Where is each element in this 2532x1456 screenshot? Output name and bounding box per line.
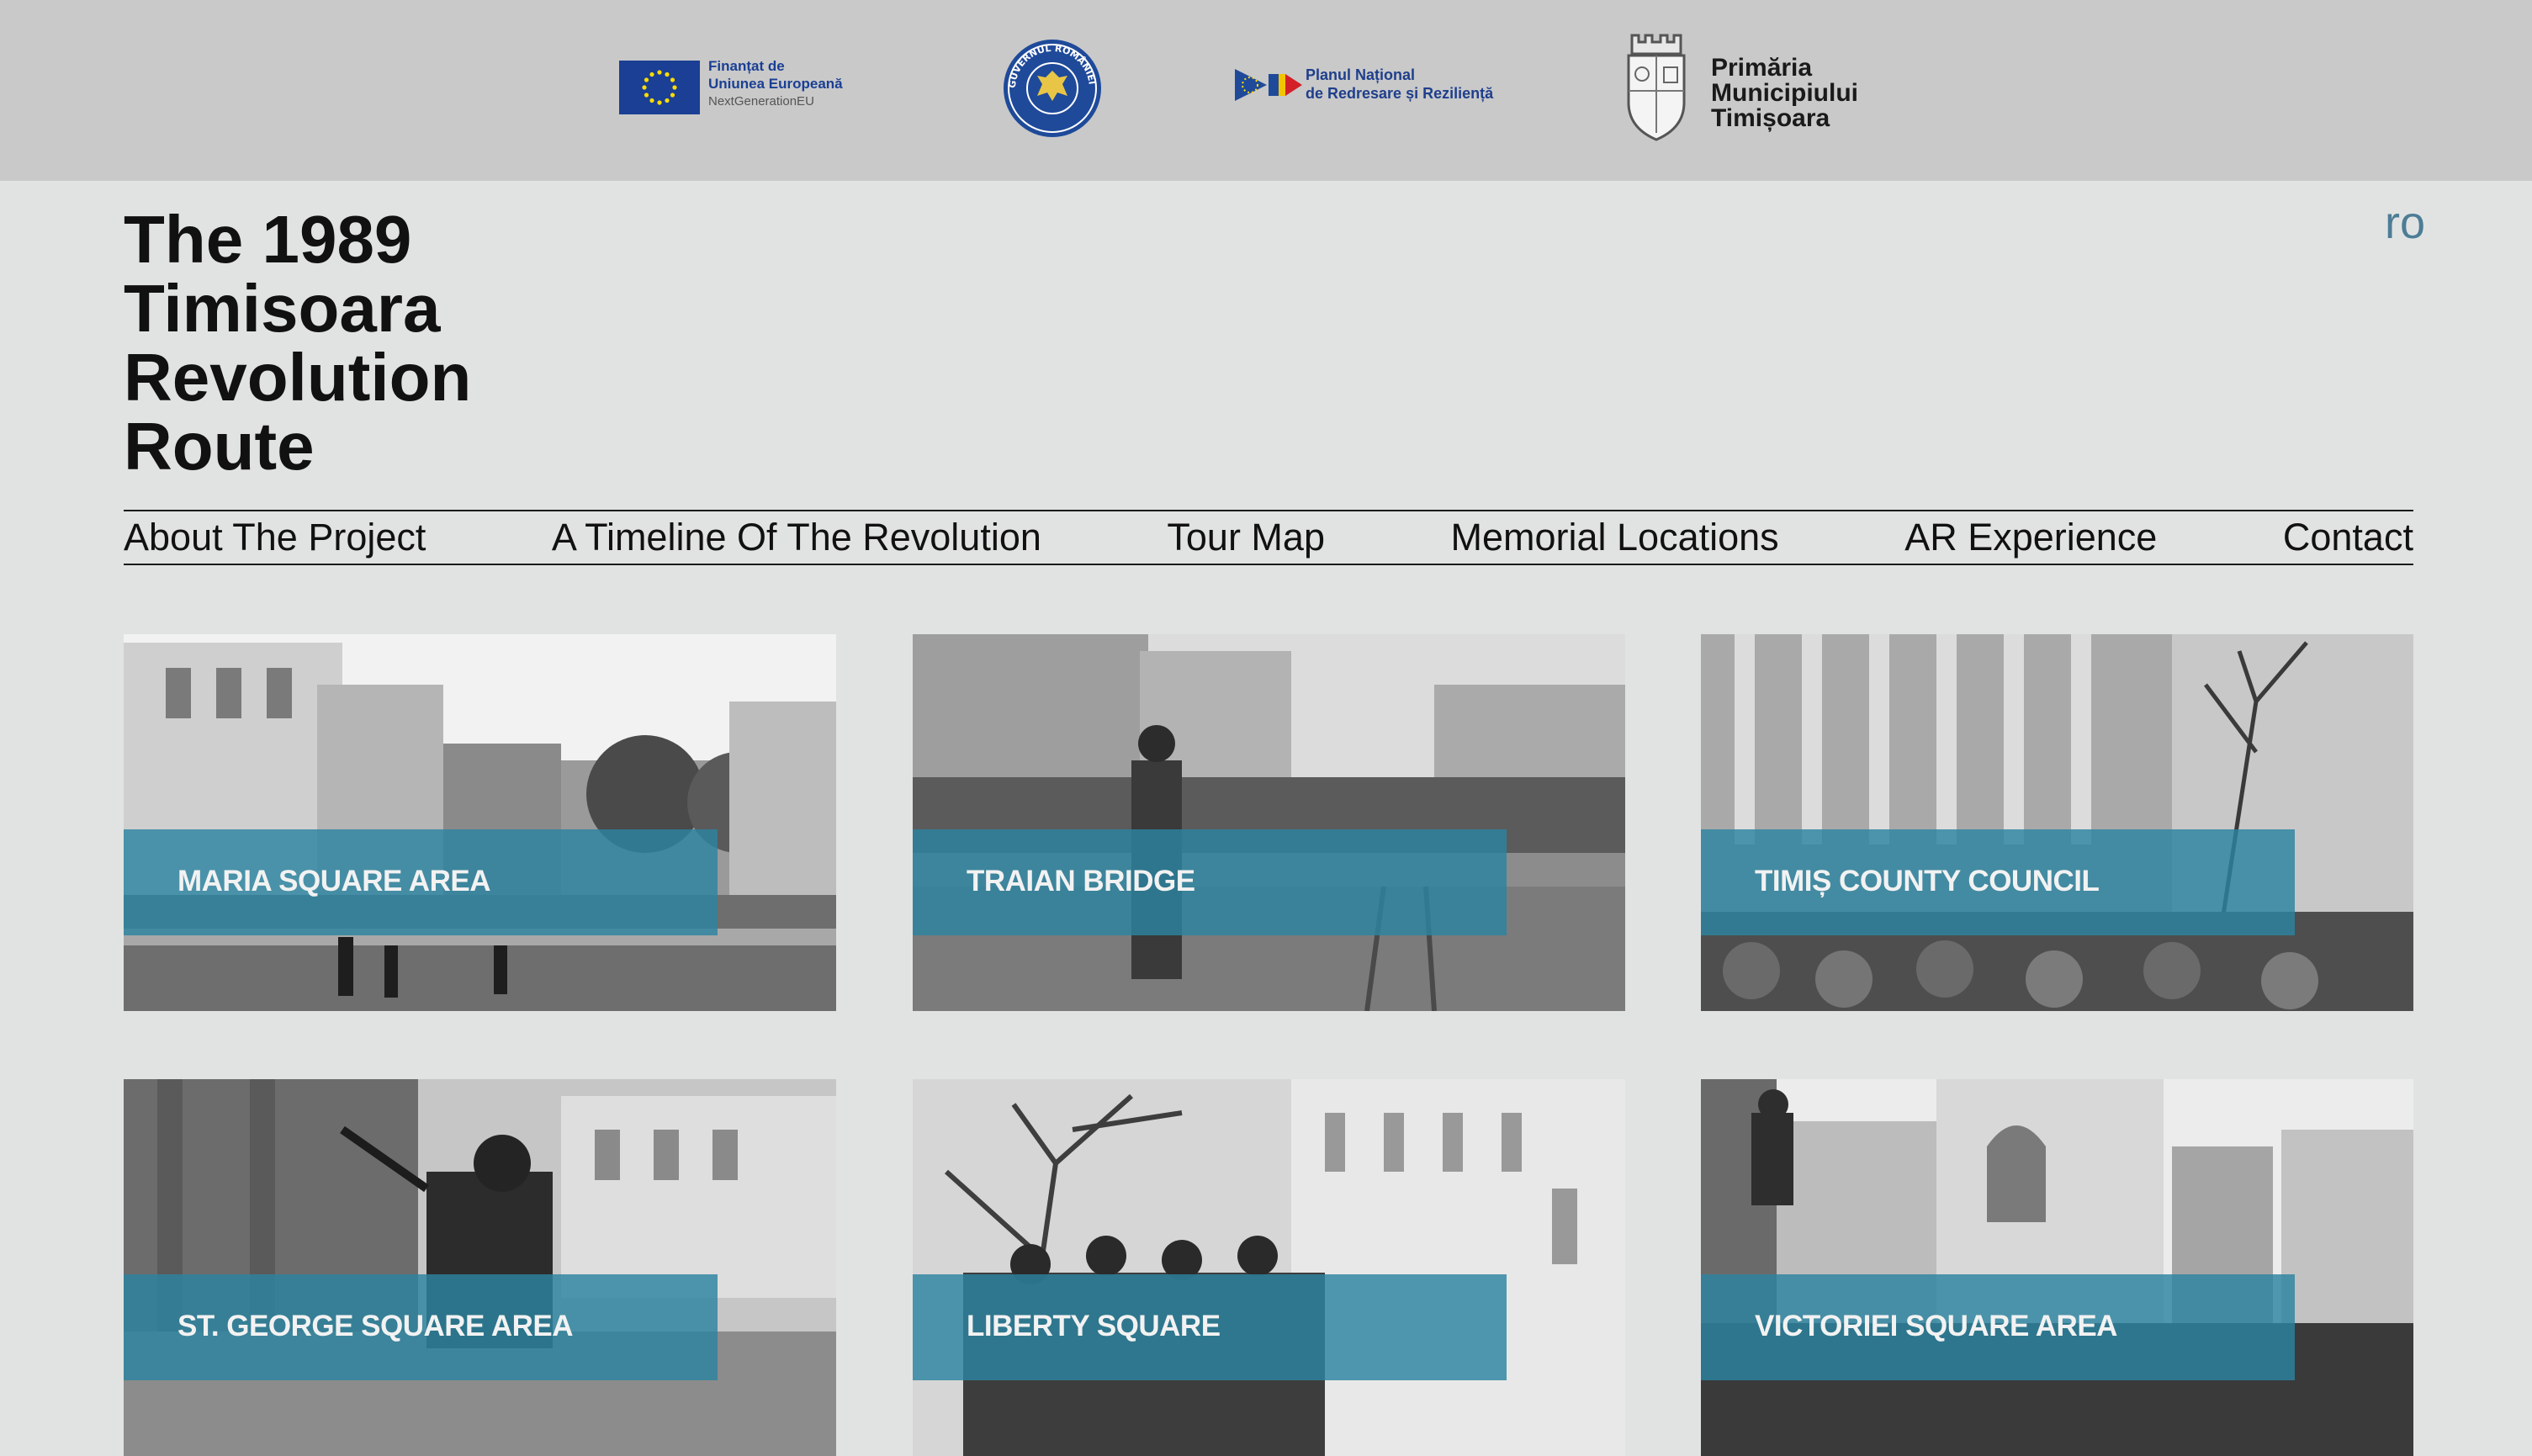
location-card-title: MARIA SQUARE AREA — [177, 865, 490, 897]
location-card-st-george-square[interactable]: ST. GEORGE SQUARE AREA — [124, 1079, 836, 1456]
timisoara-city-hall-logo: Primăria Municipiului Timișoara — [1622, 30, 1874, 145]
pnrr-logo: Planul Național de Redresare și Rezilien… — [1235, 66, 1504, 108]
st-george-square-photo — [124, 1079, 836, 1456]
victoriei-square-photo — [1701, 1079, 2413, 1456]
location-card-title: TIMIȘ COUNTY COUNCIL — [1755, 865, 2100, 897]
nav-contact[interactable]: Contact — [2283, 516, 2413, 559]
location-card-timis-county-council[interactable]: TIMIȘ COUNTY COUNCIL — [1701, 634, 2413, 1011]
location-card-label-bar: LIBERTY SQUARE — [913, 1274, 1507, 1380]
nav-tour-map[interactable]: Tour Map — [1167, 516, 1325, 559]
eu-funding-logo: Finanțat de Uniunea Europeană NextGenera… — [619, 57, 871, 118]
nav-about-the-project[interactable]: About The Project — [124, 516, 426, 559]
location-card-label-bar: ST. GEORGE SQUARE AREA — [124, 1274, 718, 1380]
funding-banner: Finanțat de Uniunea Europeană NextGenera… — [0, 0, 2532, 181]
nav-timeline[interactable]: A Timeline Of The Revolution — [552, 516, 1041, 559]
location-card-title: ST. GEORGE SQUARE AREA — [177, 1310, 574, 1342]
pnrr-arrow-icon — [1235, 69, 1302, 101]
location-card-victoriei-square[interactable]: VICTORIEI SQUARE AREA — [1701, 1079, 2413, 1456]
city-coat-of-arms-icon — [1627, 34, 1686, 141]
location-card-label-bar: TIMIȘ COUNTY COUNCIL — [1701, 829, 2295, 935]
language-switch-link[interactable]: ro — [2385, 197, 2425, 249]
city-hall-logo-line: Municipiului — [1711, 79, 1858, 107]
location-card-title: LIBERTY SQUARE — [967, 1310, 1221, 1342]
maria-square-photo — [124, 634, 836, 1011]
liberty-square-photo — [913, 1079, 1625, 1456]
location-card-label-bar: TRAIAN BRIDGE — [913, 829, 1507, 935]
eu-flag-icon — [619, 61, 700, 114]
romanian-government-seal: GUVERNUL ROMÂNIEI — [1001, 37, 1104, 140]
location-card-title: TRAIAN BRIDGE — [967, 865, 1195, 897]
nav-ar-experience[interactable]: AR Experience — [1904, 516, 2157, 559]
location-card-traian-bridge[interactable]: TRAIAN BRIDGE — [913, 634, 1625, 1011]
location-card-title: VICTORIEI SQUARE AREA — [1755, 1310, 2117, 1342]
location-card-maria-square[interactable]: MARIA SQUARE AREA — [124, 634, 836, 1011]
pnrr-logo-line: de Redresare și Reziliență — [1306, 85, 1494, 102]
government-seal-icon: GUVERNUL ROMÂNIEI — [1004, 40, 1101, 137]
traian-bridge-photo — [913, 634, 1625, 1011]
timis-county-council-photo — [1701, 634, 2413, 1011]
eu-logo-line: Uniunea Europeană — [708, 76, 843, 92]
nav-memorial-locations[interactable]: Memorial Locations — [1451, 516, 1779, 559]
site-title[interactable]: The 1989 Timisoara Revolution Route — [124, 205, 628, 481]
pnrr-logo-line: Planul Național — [1306, 66, 1416, 83]
main-navigation: About The Project A Timeline Of The Revo… — [124, 510, 2413, 565]
location-card-liberty-square[interactable]: LIBERTY SQUARE — [913, 1079, 1625, 1456]
location-card-label-bar: VICTORIEI SQUARE AREA — [1701, 1274, 2295, 1380]
eu-logo-line: NextGenerationEU — [708, 94, 814, 109]
eu-logo-line: Finanțat de — [708, 58, 785, 74]
city-hall-logo-line: Timișoara — [1711, 104, 1830, 132]
location-card-label-bar: MARIA SQUARE AREA — [124, 829, 718, 935]
city-hall-logo-line: Primăria — [1711, 54, 1813, 82]
